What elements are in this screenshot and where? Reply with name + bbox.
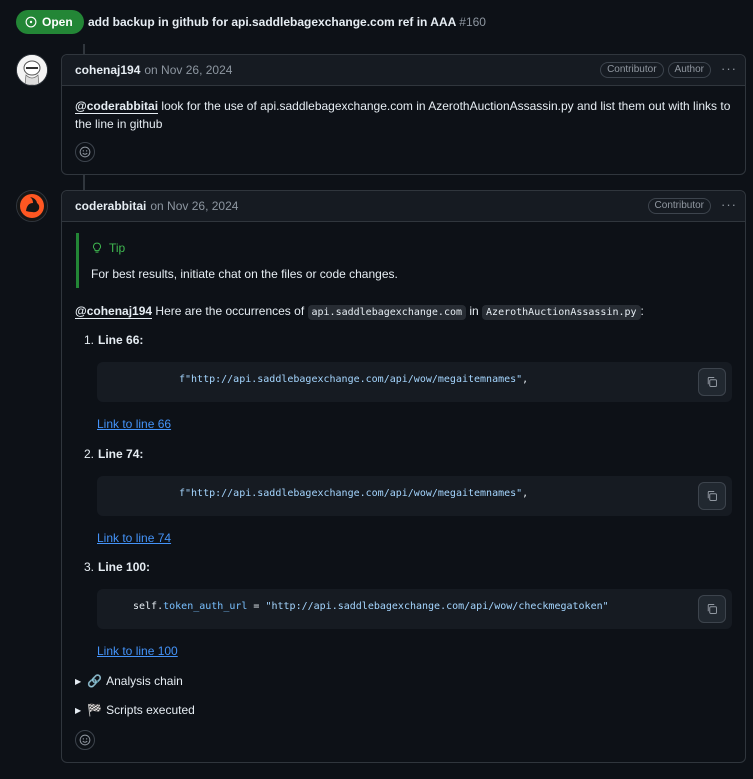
- details-label: Analysis chain: [106, 674, 183, 688]
- analysis-chain-toggle[interactable]: ▶ 🔗 Analysis chain: [75, 674, 183, 688]
- contributor-badge: Contributor: [647, 198, 711, 214]
- list-number: 2.: [84, 447, 95, 461]
- coderabbit-avatar-icon: [17, 191, 47, 221]
- role-badges: Contributor: [647, 198, 711, 214]
- tip-callout: Tip For best results, initiate chat on t…: [76, 233, 731, 288]
- link-emoji-icon: 🔗: [87, 674, 103, 688]
- code-operator: =: [247, 601, 266, 612]
- comment-header: cohenaj194 on Nov 26, 2024 Contributor A…: [62, 55, 745, 86]
- copy-button[interactable]: [698, 595, 726, 623]
- checkered-flag-icon: 🏁: [87, 703, 103, 717]
- smiley-icon: [79, 734, 91, 746]
- code-string: f"http://api.saddlebagexchange.com/api/w…: [179, 488, 523, 499]
- code-block: f"http://api.saddlebagexchange.com/api/w…: [97, 476, 732, 516]
- mention-link[interactable]: @coderabbitai: [75, 99, 159, 114]
- issue-title: add backup in github for api.saddlebagex…: [88, 15, 486, 29]
- intro-text: Here are the occurrences of: [152, 304, 308, 318]
- add-reaction-button[interactable]: [75, 142, 95, 162]
- list-item: 2. Line 74:: [84, 447, 143, 461]
- avatar[interactable]: [16, 54, 48, 86]
- more-options-icon[interactable]: ···: [721, 62, 737, 76]
- code-punct: ,: [522, 374, 529, 385]
- copy-icon: [707, 377, 717, 387]
- add-reaction-button[interactable]: [75, 730, 95, 750]
- copy-icon: [707, 491, 717, 501]
- tip-label: Tip: [109, 241, 126, 255]
- list-item-label: Line 100:: [98, 560, 151, 574]
- code-attribute: token_auth_url: [163, 601, 248, 612]
- comment-author[interactable]: coderabbitai: [75, 199, 146, 213]
- comment-card: cohenaj194 on Nov 26, 2024 Contributor A…: [61, 54, 746, 175]
- intro-text: in: [466, 304, 483, 318]
- code-line: f"http://api.saddlebagexchange.com/api/w…: [179, 488, 528, 499]
- code-self: self.: [133, 601, 164, 612]
- avatar[interactable]: [16, 190, 48, 222]
- code-block: self.token_auth_url = "http://api.saddle…: [97, 589, 732, 629]
- tip-title: Tip: [91, 241, 125, 255]
- comment-intro: @cohenaj194 Here are the occurrences of …: [75, 302, 644, 322]
- issue-state-label: Open: [42, 15, 73, 29]
- list-number: 1.: [84, 333, 95, 347]
- code-line: f"http://api.saddlebagexchange.com/api/w…: [179, 374, 528, 385]
- more-options-icon[interactable]: ···: [721, 198, 737, 212]
- list-item: 3. Line 100:: [84, 560, 150, 574]
- list-item: 1. Line 66:: [84, 333, 143, 347]
- timeline-connector: [83, 175, 85, 190]
- comment-text: look for the use of api.saddlebagexchang…: [75, 99, 731, 131]
- author-badge: Author: [667, 62, 711, 78]
- comment-header: coderabbitai on Nov 26, 2024 Contributor…: [62, 191, 745, 222]
- disclosure-triangle-icon: ▶: [75, 676, 82, 686]
- comment-body: @coderabbitai look for the use of api.sa…: [75, 97, 735, 133]
- contributor-badge: Contributor: [600, 62, 664, 78]
- code-string: "http://api.saddlebagexchange.com/api/wo…: [265, 601, 609, 612]
- details-label: Scripts executed: [106, 703, 195, 717]
- list-number: 3.: [84, 560, 95, 574]
- copy-button[interactable]: [698, 368, 726, 396]
- tip-text: For best results, initiate chat on the f…: [91, 267, 398, 281]
- lightbulb-icon: [93, 242, 101, 253]
- mention-link[interactable]: @cohenaj194: [75, 304, 153, 319]
- issue-header: Open add backup in github for api.saddle…: [0, 0, 753, 44]
- inline-code: AzerothAuctionAssassin.py: [482, 305, 641, 320]
- copy-icon: [707, 604, 717, 614]
- disclosure-triangle-icon: ▶: [75, 705, 82, 715]
- smiley-icon: [79, 146, 91, 158]
- code-punct: ,: [522, 488, 529, 499]
- inline-code: api.saddlebagexchange.com: [307, 305, 467, 320]
- list-item-label: Line 66:: [98, 333, 144, 347]
- line-link[interactable]: Link to line 66: [97, 417, 171, 431]
- line-link[interactable]: Link to line 100: [97, 644, 178, 658]
- comment-author[interactable]: cohenaj194: [75, 63, 140, 77]
- issue-state-badge: Open: [16, 10, 84, 34]
- issue-title-text: add backup in github for api.saddlebagex…: [88, 15, 457, 29]
- code-line: self.token_auth_url = "http://api.saddle…: [133, 601, 609, 612]
- issue-number: #160: [459, 15, 486, 29]
- scripts-executed-toggle[interactable]: ▶ 🏁 Scripts executed: [75, 703, 195, 717]
- user-avatar-icon: [17, 55, 47, 85]
- line-link[interactable]: Link to line 74: [97, 531, 171, 545]
- intro-text: :: [640, 304, 644, 318]
- role-badges: Contributor Author: [600, 62, 711, 78]
- code-string: f"http://api.saddlebagexchange.com/api/w…: [179, 374, 523, 385]
- comment-timestamp[interactable]: on Nov 26, 2024: [144, 63, 232, 77]
- copy-button[interactable]: [698, 482, 726, 510]
- timeline-connector: [83, 44, 85, 54]
- issue-open-icon: [25, 16, 37, 28]
- code-block: f"http://api.saddlebagexchange.com/api/w…: [97, 362, 732, 402]
- list-item-label: Line 74:: [98, 447, 144, 461]
- comment-card: coderabbitai on Nov 26, 2024 Contributor…: [61, 190, 746, 763]
- comment-timestamp[interactable]: on Nov 26, 2024: [150, 199, 238, 213]
